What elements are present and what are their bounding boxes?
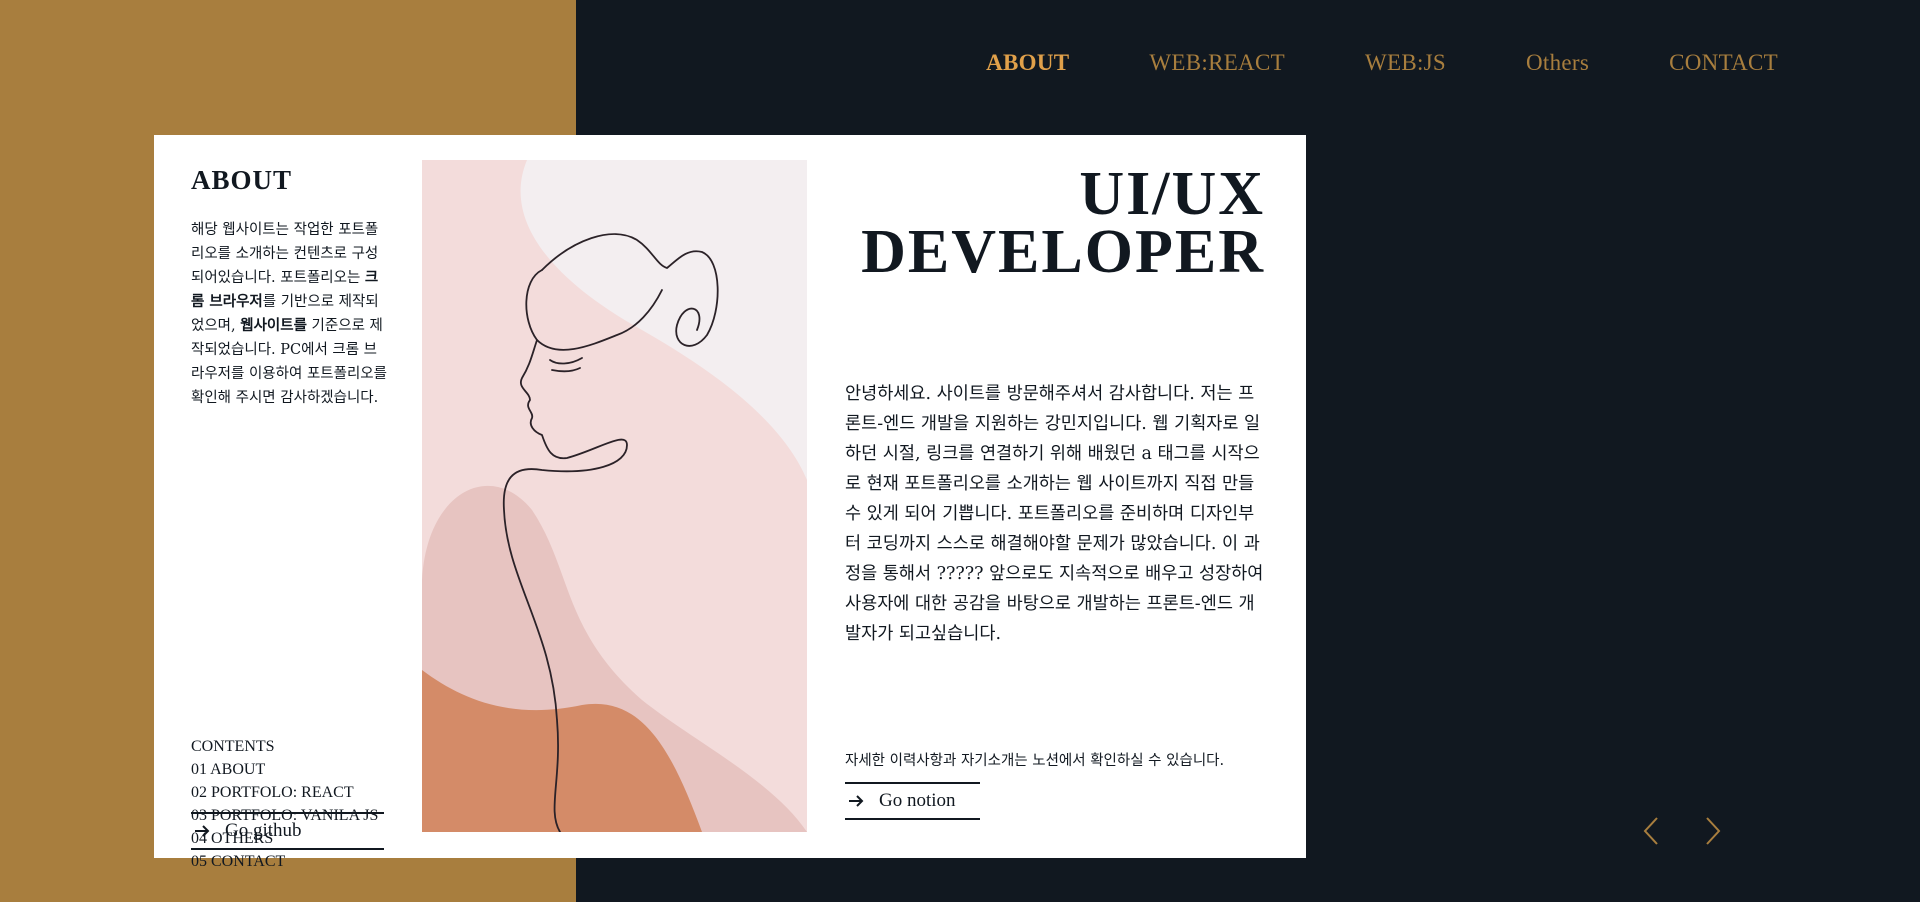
go-notion-button[interactable]: Go notion [845,782,980,820]
about-left-column: ABOUT 해당 웹사이트는 작업한 포트폴리오를 소개하는 컨텐츠로 구성되어… [191,165,391,870]
go-notion-label: Go notion [879,790,956,811]
about-card: ABOUT 해당 웹사이트는 작업한 포트폴리오를 소개하는 컨텐츠로 구성되어… [154,135,1306,870]
nav-item-web-react[interactable]: WEB:REACT [1149,50,1285,76]
about-title: ABOUT [191,165,293,195]
main-nav: ABOUT WEB:REACT WEB:JS Others CONTACT [986,50,1778,76]
go-github-button[interactable]: Go github [191,812,384,850]
headline-line-1: UI/UX [1079,160,1265,228]
slider-controls [1638,814,1726,848]
headline: UI/UX DEVELOPER [845,160,1265,286]
notion-note: 자세한 이력사항과 자기소개는 노션에서 확인하실 수 있습니다. [845,753,1225,769]
chevron-right-icon[interactable] [1700,814,1726,848]
line-art-illustration [422,160,807,832]
arrow-right-icon [195,825,210,837]
contents-item-about[interactable]: 01 ABOUT [191,758,378,781]
about-right-column: UI/UX DEVELOPER 안녕하세요. 사이트를 방문해주셔서 감사합니다… [845,160,1265,649]
nav-item-others[interactable]: Others [1526,50,1589,76]
nav-item-web-js[interactable]: WEB:JS [1365,50,1446,76]
nav-item-about[interactable]: ABOUT [986,50,1069,76]
arrow-right-icon [849,795,864,807]
go-github-label: Go github [225,820,302,841]
contents-item-contact[interactable]: 05 CONTACT [191,850,378,873]
about-intro: 해당 웹사이트는 작업한 포트폴리오를 소개하는 컨텐츠로 구성되어있습니다. … [191,218,387,410]
woman-profile-line-art [422,160,807,832]
nav-item-contact[interactable]: CONTACT [1669,50,1778,76]
intro-text-1: 해당 웹사이트는 작업한 포트폴리오를 소개하는 컨텐츠로 구성되어있습니다. … [191,222,379,286]
intro-bold-website: 웹사이트를 [240,317,307,334]
headline-line-2: DEVELOPER [861,218,1265,286]
intro-paragraph: 안녕하세요. 사이트를 방문해주셔서 감사합니다. 저는 프론트-엔드 개발을 … [845,384,1264,644]
contents-item-react[interactable]: 02 PORTFOLO: REACT [191,781,378,804]
contents-heading: CONTENTS [191,738,275,755]
contents-list: CONTENTS 01 ABOUT 02 PORTFOLO: REACT 03 … [191,735,378,873]
chevron-left-icon[interactable] [1638,814,1664,848]
